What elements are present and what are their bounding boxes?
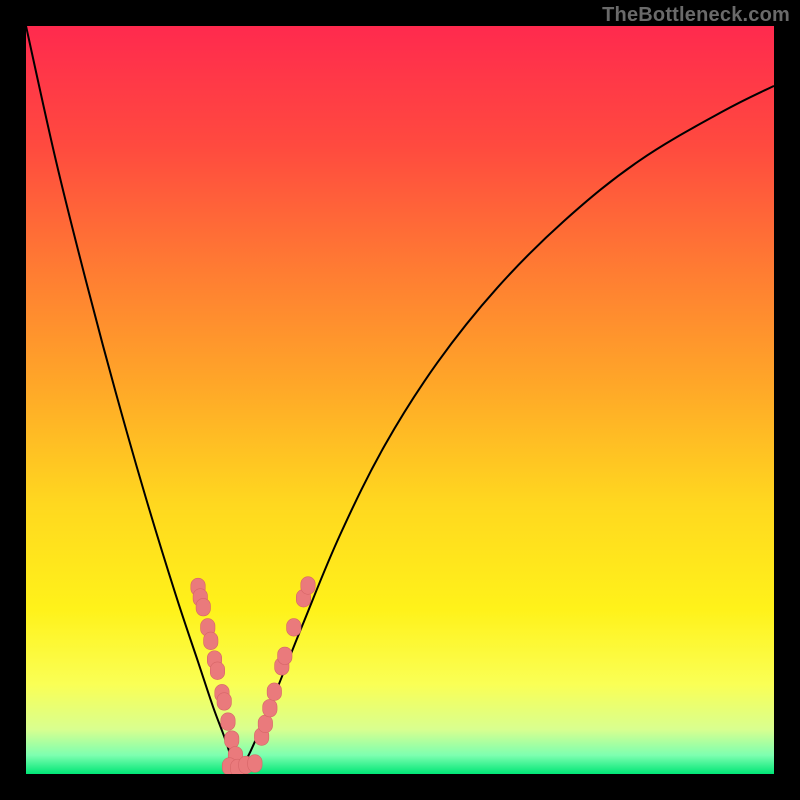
plot-svg xyxy=(26,26,774,774)
data-point xyxy=(263,699,277,717)
watermark-text: TheBottleneck.com xyxy=(602,4,790,27)
chart-frame: TheBottleneck.com xyxy=(0,0,800,800)
gradient-background xyxy=(26,26,774,774)
data-point xyxy=(225,731,239,749)
data-point xyxy=(287,619,301,637)
data-point xyxy=(267,683,281,701)
data-point xyxy=(301,577,315,595)
data-point xyxy=(210,662,224,680)
plot-area xyxy=(26,26,774,774)
data-point xyxy=(217,693,231,711)
data-point xyxy=(258,715,272,733)
data-point xyxy=(278,647,292,665)
data-point xyxy=(221,713,235,731)
data-point xyxy=(196,598,210,616)
data-point xyxy=(248,755,262,773)
data-point xyxy=(204,632,218,650)
